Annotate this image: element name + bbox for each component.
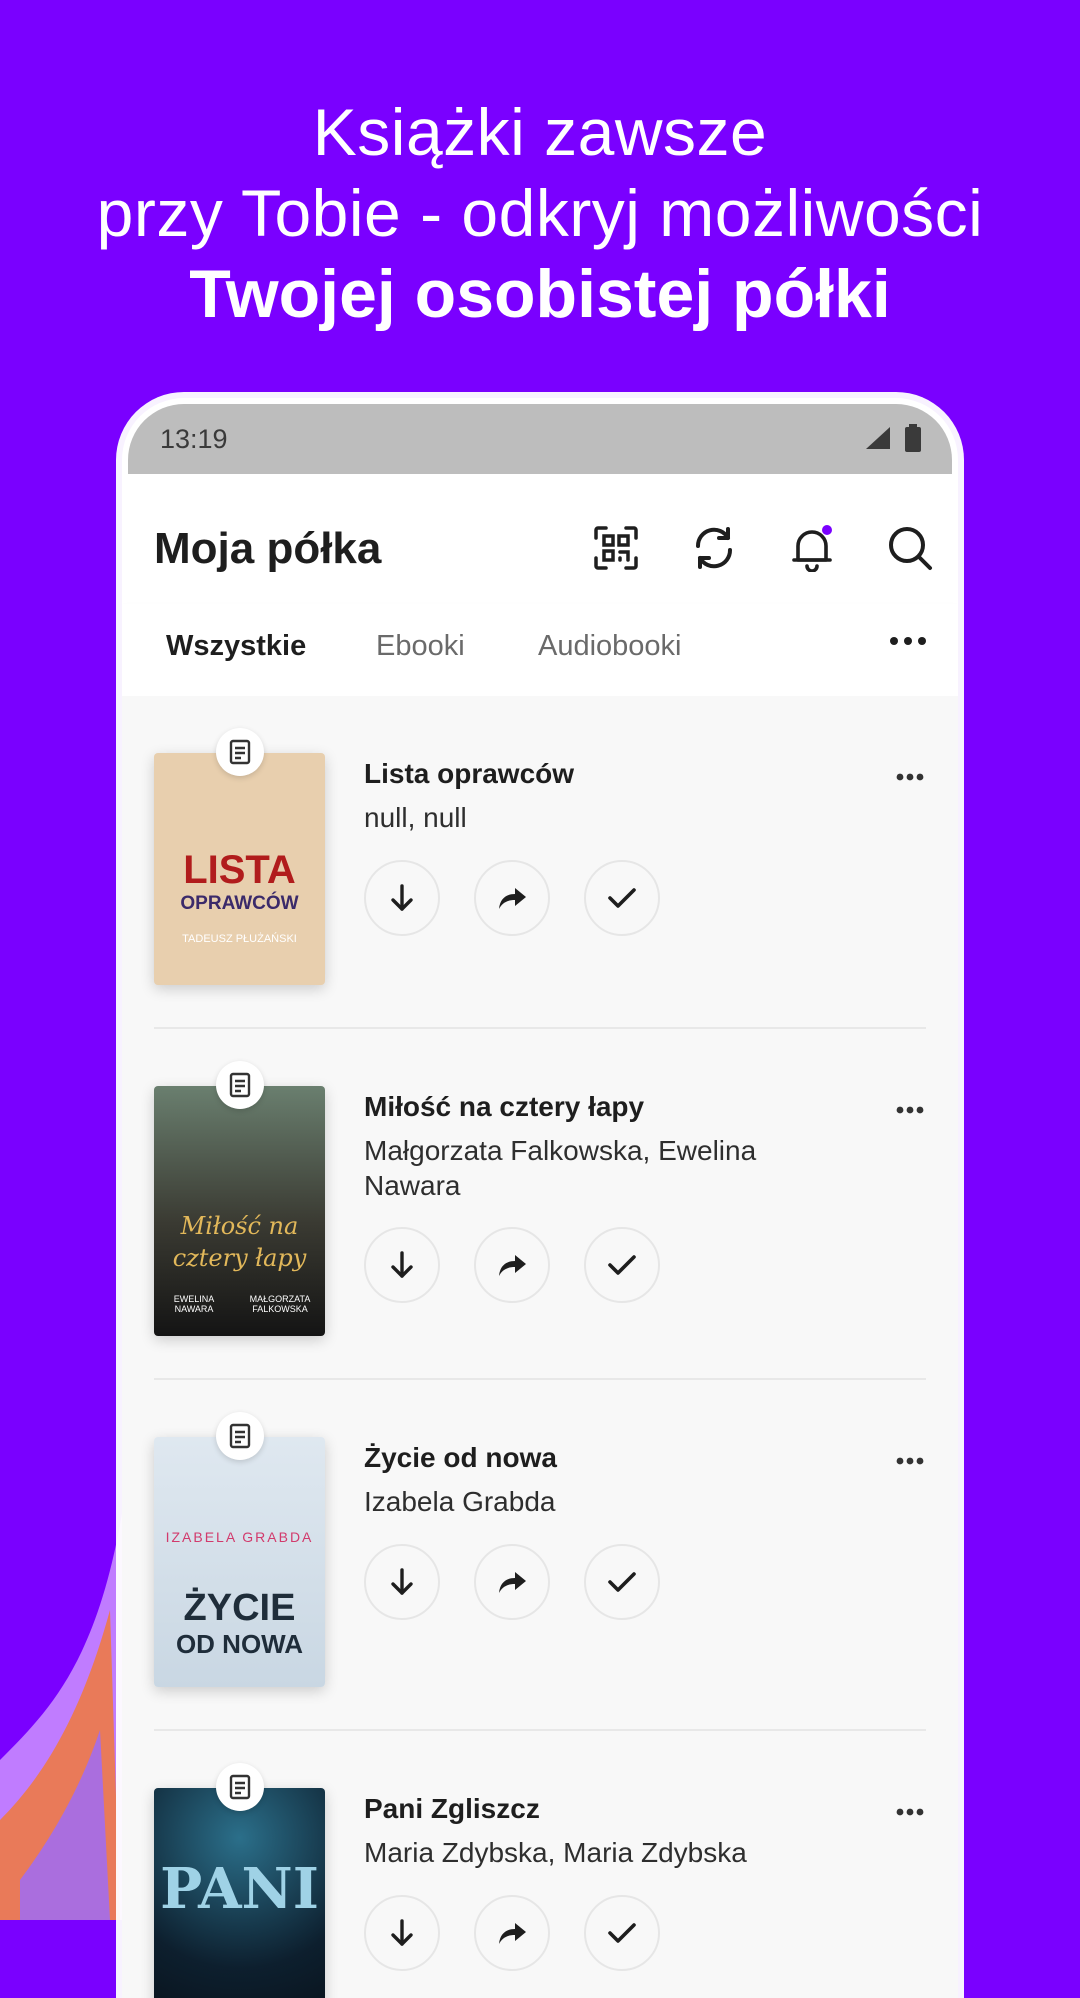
document-icon	[229, 1072, 251, 1098]
cover-author-right: MAŁGORZATA FALKOWSKA	[249, 1294, 311, 1314]
download-icon	[391, 1919, 413, 1946]
share-icon	[499, 1255, 526, 1276]
cover-title-line-1: Miłość na	[180, 1212, 299, 1240]
headline-line-2: przy Tobie - odkryj możliwości	[96, 176, 984, 250]
tab-all[interactable]: Wszystkie	[166, 630, 306, 663]
status-time: 13:19	[160, 424, 228, 454]
book-author: Maria Zdybska, Maria Zdybska	[364, 1837, 747, 1868]
cover-author: TADEUSZ PŁUŻAŃSKI	[182, 933, 297, 945]
bell-icon[interactable]	[788, 524, 836, 572]
check-icon	[608, 1572, 636, 1592]
book-cover[interactable]: Miłość na cztery łapy EWELINA NAWARA MAŁ…	[154, 1086, 325, 1336]
document-icon	[229, 739, 251, 765]
cover-title-line-2: OPRAWCÓW	[180, 893, 299, 914]
book-cover[interactable]: LISTA OPRAWCÓW TADEUSZ PŁUŻAŃSKI	[154, 753, 325, 985]
cover-title-line-1: LISTA	[183, 848, 296, 892]
check-icon	[608, 1255, 636, 1275]
book-cover[interactable]: PANI	[154, 1788, 325, 1998]
tab-ebooks[interactable]: Ebooki	[376, 630, 465, 663]
ebook-badge	[216, 1412, 264, 1460]
download-button[interactable]	[364, 1227, 440, 1303]
share-button[interactable]	[474, 1227, 550, 1303]
download-button[interactable]	[364, 1895, 440, 1971]
book-list: LISTA OPRAWCÓW TADEUSZ PŁUŻAŃSKI Lista o…	[122, 696, 958, 1998]
cover-title-line-2: cztery łapy	[172, 1244, 307, 1272]
download-icon	[391, 1568, 413, 1595]
share-icon	[499, 888, 526, 909]
status-bar: 13:19	[128, 404, 952, 474]
more-options-icon[interactable]	[896, 1808, 924, 1816]
search-icon[interactable]	[886, 524, 934, 572]
download-icon	[391, 884, 413, 911]
cover-author: IZABELA GRABDA	[165, 1529, 314, 1545]
tab-audiobooks[interactable]: Audiobooki	[538, 630, 682, 663]
document-icon	[229, 1774, 251, 1800]
battery-icon	[905, 424, 921, 452]
phone-mockup: 13:19 Moja półka Wszystkie Ebooki Audiob…	[122, 398, 958, 1998]
cover-title-line-1: ŻYCIE	[183, 1587, 296, 1629]
divider	[154, 1027, 926, 1029]
share-button[interactable]	[474, 1895, 550, 1971]
book-author: Izabela Grabda	[364, 1486, 556, 1517]
sync-icon[interactable]	[690, 524, 738, 572]
mark-read-button[interactable]	[584, 1544, 660, 1620]
book-title[interactable]: Życie od nowa	[364, 1442, 557, 1474]
mark-read-button[interactable]	[584, 1895, 660, 1971]
book-author: Małgorzata Falkowska, Ewelina Nawara	[364, 1135, 757, 1201]
ebook-badge	[216, 728, 264, 776]
book-actions	[364, 1544, 660, 1620]
mark-read-button[interactable]	[584, 1227, 660, 1303]
book-author: null, null	[364, 802, 467, 833]
book-actions	[364, 860, 660, 936]
more-options-icon[interactable]	[896, 1457, 924, 1465]
app-bar: Moja półka	[122, 474, 958, 604]
book-actions	[364, 1227, 660, 1303]
share-icon	[499, 1923, 526, 1944]
status-icons	[864, 424, 922, 452]
more-options-icon[interactable]	[896, 773, 924, 781]
book-title[interactable]: Lista oprawców	[364, 758, 574, 790]
divider	[154, 1378, 926, 1380]
book-actions	[364, 1895, 660, 1971]
check-icon	[608, 1923, 636, 1943]
qr-code-icon[interactable]	[592, 524, 640, 572]
book-title[interactable]: Miłość na cztery łapy	[364, 1091, 644, 1123]
cover-title-line-2: OD NOWA	[175, 1629, 304, 1659]
filter-tabs: Wszystkie Ebooki Audiobooki	[122, 604, 958, 696]
download-button[interactable]	[364, 860, 440, 936]
share-icon	[499, 1572, 526, 1593]
ebook-badge	[216, 1061, 264, 1109]
cover-author-left: EWELINA NAWARA	[173, 1294, 215, 1314]
headline-line-3: Twojej osobistej półki	[189, 256, 891, 332]
page-title: Moja półka	[154, 524, 382, 573]
mark-read-button[interactable]	[584, 860, 660, 936]
cover-title-line-1: PANI	[160, 1856, 319, 1922]
promo-headline: Książki zawsze przy Tobie - odkryj możli…	[0, 92, 1080, 335]
signal-icon	[866, 427, 890, 449]
divider	[154, 1729, 926, 1731]
ebook-badge	[216, 1763, 264, 1811]
book-cover[interactable]: IZABELA GRABDA ŻYCIE OD NOWA	[154, 1437, 325, 1687]
share-button[interactable]	[474, 860, 550, 936]
download-icon	[391, 1251, 413, 1278]
more-options-icon[interactable]	[896, 1106, 924, 1114]
book-title[interactable]: Pani Zgliszcz	[364, 1793, 540, 1825]
more-tabs-icon[interactable]	[890, 636, 926, 646]
download-button[interactable]	[364, 1544, 440, 1620]
document-icon	[229, 1423, 251, 1449]
check-icon	[608, 888, 636, 908]
share-button[interactable]	[474, 1544, 550, 1620]
headline-line-1: Książki zawsze	[312, 95, 768, 169]
